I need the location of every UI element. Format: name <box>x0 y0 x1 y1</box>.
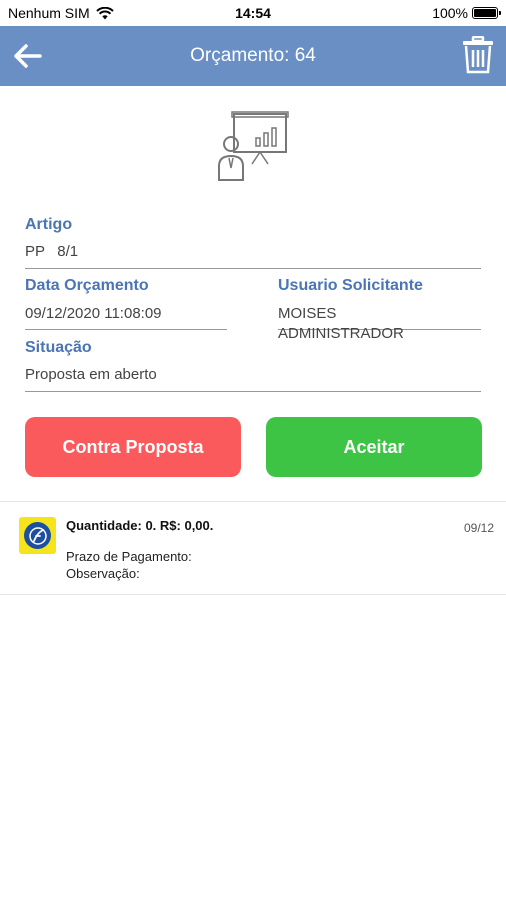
usuario-value-line2: ADMINISTRADOR <box>278 325 404 342</box>
proposal-prazo: Prazo de Pagamento: <box>66 549 192 564</box>
proposal-date: 09/12 <box>463 521 494 535</box>
aceitar-button[interactable]: Aceitar <box>266 417 482 477</box>
situacao-label: Situação <box>25 339 92 356</box>
data-orcamento-value: 09/12/2020 11:08:09 <box>25 305 162 322</box>
app-header: Orçamento: 64 <box>0 26 506 86</box>
presentation-person-icon <box>218 111 289 181</box>
artigo-value: PP 8/1 <box>25 243 79 260</box>
battery-group: 100% <box>432 5 501 21</box>
avatar <box>19 517 56 554</box>
battery-percent: 100% <box>432 5 468 21</box>
clock: 14:54 <box>235 5 271 21</box>
usuario-label: Usuario Solicitante <box>278 277 423 294</box>
page-title: Orçamento: 64 <box>190 45 316 66</box>
company-logo-icon <box>24 522 51 549</box>
situacao-value: Proposta em aberto <box>25 366 157 383</box>
status-bar: Nenhum SIM 14:54 100% <box>0 0 506 26</box>
list-item[interactable]: Quantidade: 0. R$: 0,00. 09/12 Prazo de … <box>0 502 506 594</box>
artigo-label: Artigo <box>25 216 73 233</box>
proposal-title: Quantidade: 0. R$: 0,00. <box>66 518 214 533</box>
trash-icon[interactable] <box>462 36 494 74</box>
battery-icon <box>472 7 501 19</box>
list-divider-bottom <box>0 594 506 595</box>
usuario-value-line1: MOISES <box>278 305 337 322</box>
contra-proposta-button[interactable]: Contra Proposta <box>25 417 241 477</box>
proposal-observacao: Observação: <box>66 566 140 581</box>
artigo-underline <box>25 268 481 269</box>
data-orcamento-underline <box>25 329 227 330</box>
data-orcamento-label: Data Orçamento <box>25 277 149 294</box>
situacao-underline <box>25 391 481 392</box>
